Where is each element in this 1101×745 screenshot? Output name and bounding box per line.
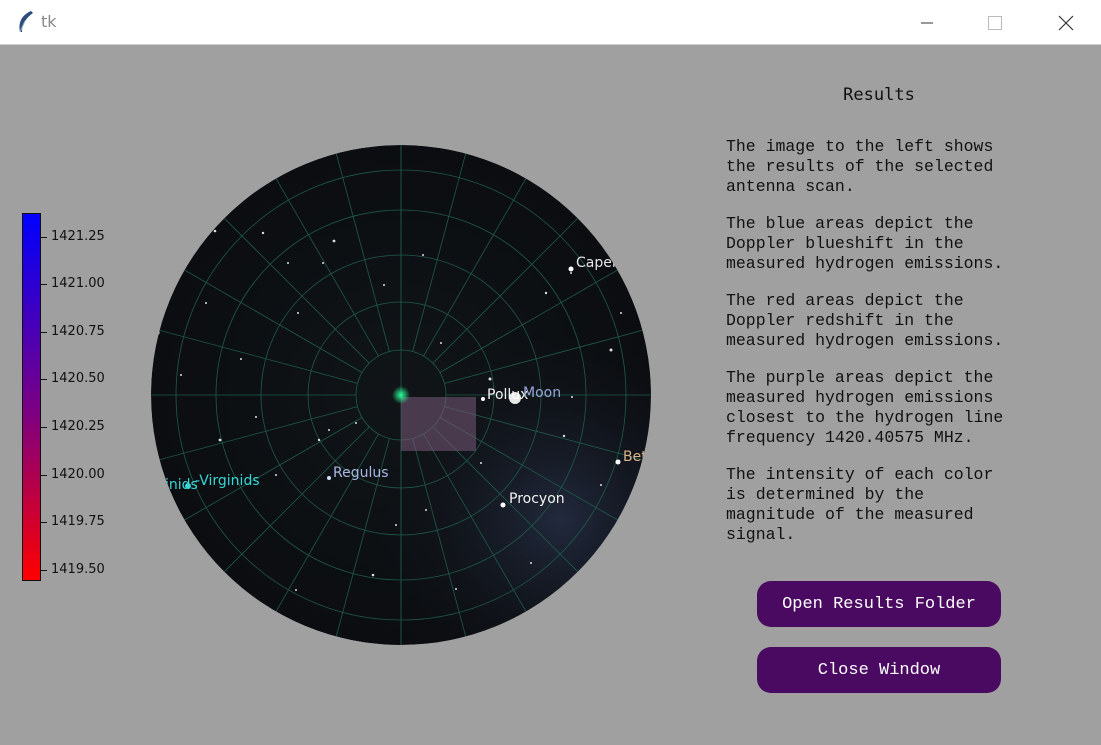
colorbar-tick-label: 1420.50 — [51, 371, 105, 386]
window-title: tk — [41, 12, 57, 31]
minimize-button[interactable] — [904, 0, 950, 45]
colorbar-tick-label: 1420.00 — [51, 467, 105, 482]
capella-label: Capel — [576, 255, 616, 271]
colorbar-tick — [41, 522, 47, 523]
results-paragraph: The red areas depict the Doppler redshif… — [726, 291, 1004, 350]
moon-label: Moon — [523, 385, 561, 401]
maximize-button[interactable] — [972, 0, 1018, 45]
title-bar: tk — [0, 0, 1101, 45]
procyon-label: Procyon — [509, 491, 565, 507]
maximize-icon — [988, 15, 1002, 30]
colorbar-tick-label: 1421.00 — [51, 276, 105, 291]
moon-icon — [509, 392, 521, 404]
procyon-star — [500, 502, 506, 508]
colorbar-tick-label: 1419.50 — [51, 562, 105, 577]
scan-result-overlay — [401, 397, 476, 451]
zenith-marker — [392, 386, 410, 404]
minimize-icon — [921, 22, 933, 23]
colorbar-tick-label: 1421.25 — [51, 229, 105, 244]
results-paragraph: The image to the left shows the results … — [726, 137, 994, 196]
regulus-star — [327, 476, 331, 480]
results-paragraph: The blue areas depict the Doppler bluesh… — [726, 214, 1004, 273]
pollux-star — [481, 397, 485, 401]
open-results-folder-button[interactable]: Open Results Folder — [757, 581, 1001, 627]
colorbar-tick-label: 1420.75 — [51, 324, 105, 339]
colorbar-tick — [41, 284, 47, 285]
colorbar-tick — [41, 570, 47, 571]
colorbar-tick — [41, 427, 47, 428]
feather-icon — [14, 10, 36, 34]
regulus-label: Regulus — [333, 465, 389, 481]
colorbar-tick-label: 1420.25 — [51, 419, 105, 434]
close-button[interactable] — [1043, 0, 1089, 45]
colorbar-tick-label: 1419.75 — [51, 514, 105, 529]
sky-map: Capel Pollux Moon Bet Regulus Procyon -V… — [151, 145, 651, 645]
betelgeuse-star — [615, 459, 621, 465]
colorbar-tick — [41, 237, 47, 238]
frequency-colorbar — [22, 213, 41, 581]
colorbar-tick — [41, 332, 47, 333]
close-window-button[interactable]: Close Window — [757, 647, 1001, 693]
capella-star — [568, 266, 574, 272]
results-paragraph: The purple areas depict the measured hyd… — [726, 368, 1004, 447]
edge-label: s — [153, 323, 160, 339]
results-title: Results — [843, 85, 915, 105]
virginids-left-label: inids — [165, 477, 198, 493]
betelgeuse-label: Bet — [623, 449, 647, 465]
virginids-label: -Virginids — [195, 473, 260, 489]
results-paragraph: The intensity of each color is determine… — [726, 465, 994, 544]
close-icon — [1058, 15, 1074, 30]
colorbar-tick — [41, 379, 47, 380]
colorbar-tick — [41, 475, 47, 476]
